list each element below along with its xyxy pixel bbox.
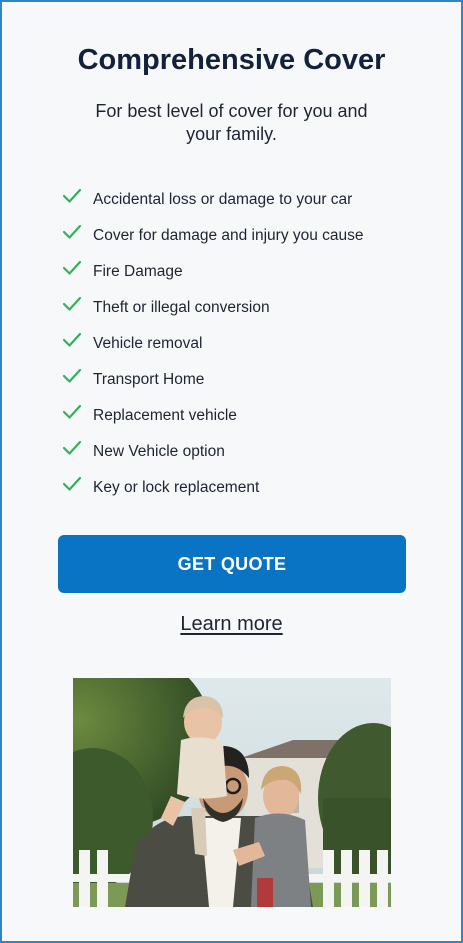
card-subtitle: For best level of cover for you and your… (95, 101, 368, 144)
family-photo-illustration (73, 678, 391, 907)
feature-list: Accidental loss or damage to your car Co… (62, 182, 364, 506)
feature-item: Fire Damage (62, 254, 364, 290)
feature-label: Vehicle removal (93, 335, 203, 352)
cover-card: Comprehensive Cover For best level of co… (0, 0, 463, 943)
feature-item: Theft or illegal conversion (62, 290, 364, 326)
feature-label: New Vehicle option (93, 443, 225, 460)
feature-item: Cover for damage and injury you cause (62, 218, 364, 254)
feature-item: Accidental loss or damage to your car (62, 182, 364, 218)
feature-label: Fire Damage (93, 263, 183, 280)
check-icon (62, 260, 82, 275)
feature-label: Cover for damage and injury you cause (93, 227, 364, 244)
get-quote-button[interactable]: GET QUOTE (58, 535, 406, 593)
feature-label: Transport Home (93, 371, 205, 388)
learn-more-link[interactable]: Learn more (180, 613, 282, 635)
card-title: Comprehensive Cover (77, 44, 386, 76)
feature-item: Transport Home (62, 362, 364, 398)
check-icon (62, 224, 82, 239)
feature-item: Key or lock replacement (62, 470, 364, 506)
check-icon (62, 296, 82, 311)
check-icon (62, 404, 82, 419)
check-icon (62, 440, 82, 455)
check-icon (62, 332, 82, 347)
check-icon (62, 188, 82, 203)
feature-label: Replacement vehicle (93, 407, 237, 424)
check-icon (62, 476, 82, 491)
feature-item: Replacement vehicle (62, 398, 364, 434)
feature-item: Vehicle removal (62, 326, 364, 362)
feature-label: Accidental loss or damage to your car (93, 191, 353, 208)
feature-label: Theft or illegal conversion (93, 299, 270, 316)
family-photo (73, 678, 391, 907)
learn-more-container: Learn more (2, 612, 461, 636)
check-icon (62, 368, 82, 383)
feature-label: Key or lock replacement (93, 479, 260, 496)
feature-item: New Vehicle option (62, 434, 364, 470)
